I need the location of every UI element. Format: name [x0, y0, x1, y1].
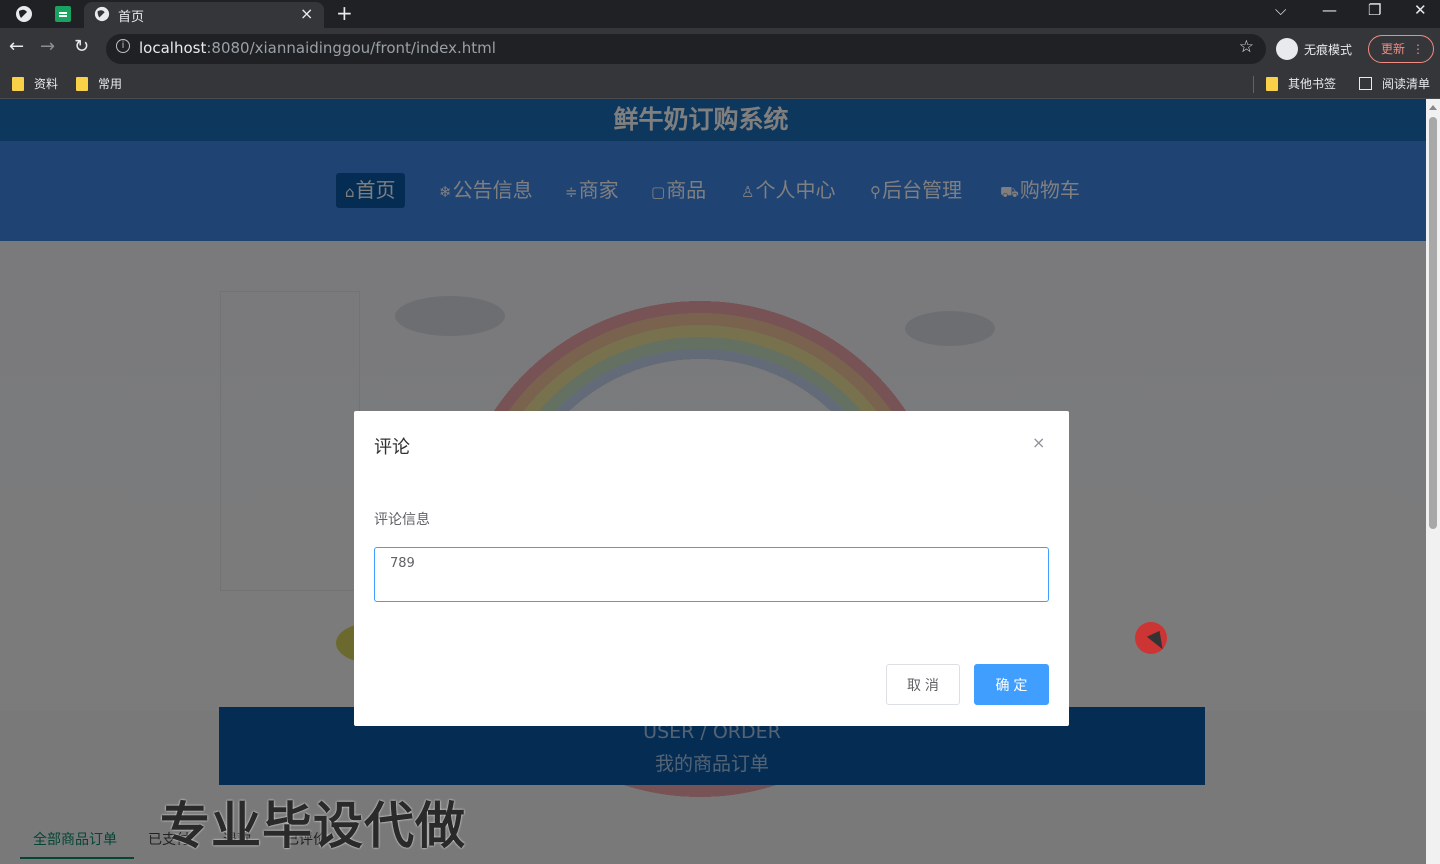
- update-label: 更新: [1381, 42, 1406, 56]
- incognito-indicator[interactable]: 无痕模式: [1276, 34, 1352, 64]
- close-window-icon[interactable]: ✕: [1414, 1, 1427, 19]
- watermark-text: 专业毕设代做: [160, 797, 466, 855]
- reading-list-icon: [1359, 77, 1372, 90]
- bookmark-label: 资料: [34, 77, 59, 91]
- url-host: localhost: [139, 39, 207, 57]
- browser-toolbar: ← → ↻ i localhost:8080/xiannaidinggou/fr…: [0, 28, 1440, 70]
- app-tab-icon[interactable]: [54, 5, 72, 23]
- reading-list[interactable]: 阅读清单: [1359, 75, 1430, 92]
- browser-tab-bar: 首页 × + ⌵ — ❐ ✕: [0, 0, 1440, 28]
- other-bookmarks-label: 其他书签: [1288, 77, 1337, 91]
- active-tab[interactable]: 首页 ×: [84, 2, 324, 28]
- close-icon[interactable]: ×: [1032, 433, 1045, 452]
- folder-icon: [1266, 76, 1278, 91]
- scroll-thumb[interactable]: [1429, 117, 1437, 529]
- update-button[interactable]: 更新 ⋮: [1368, 35, 1434, 63]
- comment-textarea[interactable]: 789: [374, 547, 1049, 602]
- tab-close-icon[interactable]: ×: [300, 4, 313, 23]
- forward-icon[interactable]: →: [40, 36, 55, 57]
- bookmark-folder-0[interactable]: 资料: [12, 75, 58, 92]
- bookmark-star-icon[interactable]: ☆: [1239, 37, 1254, 57]
- reading-list-label: 阅读清单: [1382, 77, 1431, 91]
- page-scrollbar[interactable]: [1426, 99, 1440, 864]
- incognito-icon: [1276, 38, 1298, 60]
- globe-icon[interactable]: [15, 5, 33, 23]
- confirm-button[interactable]: 确 定: [974, 664, 1049, 705]
- bookmark-separator: [1253, 76, 1254, 93]
- comment-dialog: 评论 × 评论信息 789 取 消 确 定: [354, 411, 1069, 726]
- tab-search-icon[interactable]: ⌵: [1275, 1, 1286, 19]
- cancel-button[interactable]: 取 消: [886, 664, 960, 705]
- new-tab-button[interactable]: +: [336, 1, 353, 25]
- minimize-icon[interactable]: —: [1322, 1, 1337, 19]
- url-path: :8080/xiannaidinggou/front/index.html: [206, 39, 496, 57]
- folder-icon: [76, 76, 88, 91]
- reload-icon[interactable]: ↻: [74, 36, 89, 57]
- bookmark-folder-1[interactable]: 常用: [76, 75, 122, 92]
- globe-icon: [94, 6, 110, 22]
- incognito-label: 无痕模式: [1304, 42, 1353, 57]
- bookmark-label: 常用: [98, 77, 123, 91]
- comment-field-label: 评论信息: [374, 512, 430, 528]
- site-info-icon[interactable]: i: [116, 39, 130, 53]
- folder-icon: [12, 76, 24, 91]
- menu-dots-icon: ⋮: [1412, 42, 1424, 56]
- tab-title: 首页: [118, 10, 145, 25]
- bookmarks-bar: 资料 常用 其他书签 阅读清单: [0, 70, 1440, 99]
- back-icon[interactable]: ←: [9, 36, 24, 57]
- address-bar[interactable]: i localhost:8080/xiannaidinggou/front/in…: [106, 34, 1266, 64]
- restore-icon[interactable]: ❐: [1368, 1, 1381, 19]
- url-text[interactable]: localhost:8080/xiannaidinggou/front/inde…: [139, 39, 496, 57]
- dialog-title: 评论: [374, 437, 410, 458]
- other-bookmarks[interactable]: 其他书签: [1266, 75, 1336, 92]
- scroll-up-icon[interactable]: [1429, 105, 1437, 110]
